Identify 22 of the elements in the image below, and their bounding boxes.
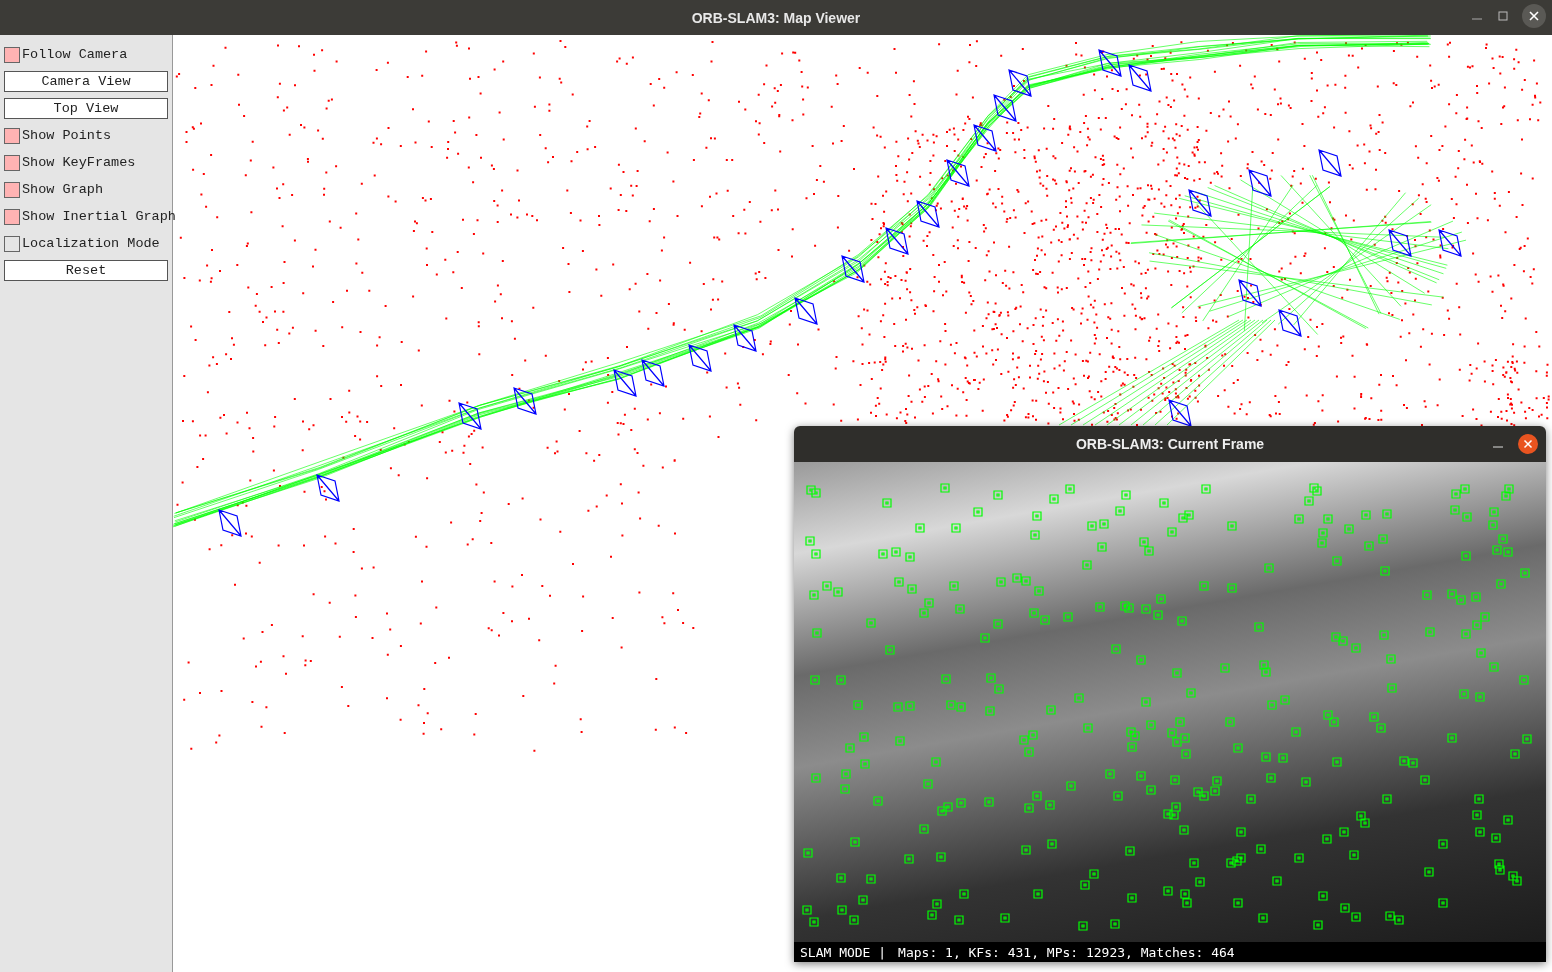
- view-button[interactable]: Camera View: [4, 71, 168, 92]
- checkbox[interactable]: [4, 127, 20, 144]
- view-button[interactable]: Top View: [4, 98, 168, 119]
- maximize-icon[interactable]: [1496, 9, 1510, 23]
- checkbox-label: Follow Camera: [22, 47, 128, 62]
- checkbox[interactable]: [4, 181, 20, 198]
- map-stats-text: Maps: 1, KFs: 431, MPs: 12923, Matches: 464: [898, 944, 1235, 960]
- checkbox[interactable]: [4, 46, 20, 63]
- window-title: ORB-SLAM3: Map Viewer: [691, 9, 861, 26]
- checkbox-label: Show Graph: [22, 182, 103, 197]
- checkbox[interactable]: [4, 208, 20, 225]
- checkbox-label: Show Inertial Graph: [22, 209, 176, 224]
- checkbox[interactable]: [4, 154, 20, 171]
- checkbox-label: Show Points: [22, 128, 112, 143]
- checkbox-label: Localization Mode: [22, 236, 160, 251]
- checkbox[interactable]: [4, 235, 20, 252]
- view-button[interactable]: Reset: [4, 260, 168, 281]
- close-icon[interactable]: [1518, 434, 1538, 454]
- checkbox-label: Show KeyFrames: [22, 155, 136, 170]
- close-icon[interactable]: [1522, 4, 1546, 28]
- window-title: ORB-SLAM3: Current Frame: [1075, 436, 1265, 452]
- mode-label: SLAM MODE |: [800, 944, 887, 960]
